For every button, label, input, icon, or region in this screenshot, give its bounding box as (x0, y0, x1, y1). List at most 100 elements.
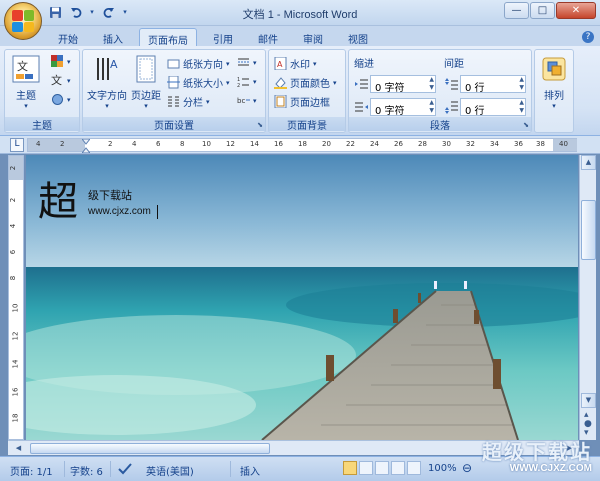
vertical-scrollbar[interactable]: ▲ ▼ ▴ ● ▾ (579, 155, 596, 440)
page-setup-dialog-launcher-icon[interactable]: ⬊ (257, 121, 263, 129)
theme-effects-button[interactable]: ▾ (51, 93, 71, 106)
proofing-icon[interactable] (118, 463, 132, 478)
office-logo-icon (12, 10, 34, 32)
margins-button[interactable]: 页边距 ▾ (131, 54, 161, 110)
tab-mailings[interactable]: 邮件 (250, 28, 286, 46)
watermark-icon: A (274, 56, 287, 71)
page-background-group: A 水印 ▾ 页面颜色 ▾ 页面边框 页面背景 (268, 49, 346, 133)
indent-right-icon (355, 101, 368, 114)
document-url-text: www.cjxz.com (88, 206, 151, 217)
ribbon: 文 主题 ▾ ▾ 文 ▾ ▾ 主题 A 文字方向 ▾ 页边距 ▾ 纸张方向 ▾ … (0, 46, 600, 136)
orientation-icon (167, 57, 180, 70)
scroll-left-icon[interactable]: ◀ (12, 442, 25, 455)
ruler-label: 28 (418, 140, 427, 148)
ruler-label: 8 (180, 140, 185, 148)
spacing-after-spin-icon[interactable]: ▲ ▼ (519, 99, 524, 115)
zoom-out-icon[interactable]: ⊖ (462, 461, 472, 475)
zoom-level[interactable]: 100% (428, 463, 457, 474)
size-icon (167, 75, 180, 89)
indent-left-value: 0 字符 (375, 83, 405, 94)
text-direction-button[interactable]: A 文字方向 ▾ (87, 54, 127, 110)
spacing-before-spin-icon[interactable]: ▲ ▼ (519, 76, 524, 92)
margins-icon (131, 54, 161, 84)
ruler-label: 18 (298, 140, 307, 148)
indent-right-field[interactable]: 0 字符 ▲ ▼ (370, 98, 436, 117)
ruler-label: 2 (9, 197, 18, 203)
page-count[interactable]: 页面: 1/1 (10, 463, 53, 478)
document-page[interactable]: 超 级下载站 www.cjxz.com (26, 155, 578, 440)
margins-label: 页边距 (131, 91, 161, 102)
window-controls: — □ ✕ (504, 2, 596, 19)
arrange-icon (539, 54, 569, 84)
watermark-button[interactable]: A 水印 ▾ (274, 56, 317, 71)
ruler-label: 20 (322, 140, 331, 148)
indent-marker-icon[interactable] (82, 139, 90, 153)
page-color-button[interactable]: 页面颜色 ▾ (274, 75, 337, 90)
orientation-button[interactable]: 纸张方向 ▾ (167, 56, 230, 71)
theme-colors-button[interactable]: ▾ (51, 55, 71, 68)
web-layout-view-icon[interactable] (375, 461, 389, 475)
tab-review[interactable]: 审阅 (295, 28, 331, 46)
scroll-up-icon[interactable]: ▲ (581, 155, 596, 170)
word-count[interactable]: 字数: 6 (70, 463, 103, 478)
ruler-label: 4 (132, 140, 137, 148)
maximize-button[interactable]: □ (530, 2, 555, 19)
indent-left-field[interactable]: 0 字符 ▲ ▼ (370, 75, 436, 94)
spacing-before-field[interactable]: 0 行 ▲ ▼ (460, 75, 526, 94)
ruler-label: 2 (108, 140, 113, 148)
tab-selector-button[interactable]: L (10, 138, 24, 152)
ruler-label: 40 (559, 140, 568, 148)
svg-text:A: A (110, 58, 118, 71)
page-borders-button[interactable]: 页面边框 (274, 94, 330, 109)
margins-dropdown-icon: ▾ (144, 102, 148, 110)
full-screen-reading-view-icon[interactable] (359, 461, 373, 475)
help-icon[interactable]: ? (582, 31, 594, 43)
ruler-label: 14 (250, 140, 259, 148)
close-button[interactable]: ✕ (556, 2, 596, 19)
themes-button[interactable]: 文 主题 ▾ (11, 54, 41, 110)
ruler-label: 10 (11, 303, 20, 313)
horizontal-ruler[interactable]: 4 2 2 4 6 8 10 12 14 16 18 20 22 24 26 2… (27, 138, 577, 153)
indent-right-spin-icon[interactable]: ▲ ▼ (429, 99, 434, 115)
arrange-button[interactable]: 排列 ▾ (539, 54, 569, 110)
indent-left-spin-icon[interactable]: ▲ ▼ (429, 76, 434, 92)
ruler-label: 6 (156, 140, 161, 148)
line-numbers-icon: 12 (237, 75, 250, 89)
tab-references[interactable]: 引用 (205, 28, 241, 46)
indent-label: 缩进 (354, 59, 374, 70)
tab-home[interactable]: 开始 (50, 28, 86, 46)
print-layout-view-icon[interactable] (343, 461, 357, 475)
orientation-label: 纸张方向 (183, 60, 223, 71)
svg-text:2: 2 (237, 83, 240, 88)
vertical-scroll-thumb[interactable] (581, 200, 596, 260)
tab-insert[interactable]: 插入 (95, 28, 131, 46)
scroll-down-icon[interactable]: ▼ (581, 393, 596, 408)
breaks-button[interactable]: ▾ (237, 56, 257, 69)
horizontal-scroll-thumb[interactable] (30, 443, 270, 454)
line-numbers-button[interactable]: 1 2 ▾ (237, 75, 257, 89)
columns-button[interactable]: 分栏 ▾ (167, 94, 210, 109)
columns-label: 分栏 (183, 98, 203, 109)
themes-group: 文 主题 ▾ ▾ 文 ▾ ▾ 主题 (4, 49, 80, 133)
ruler-label: 26 (394, 140, 403, 148)
office-button[interactable] (4, 2, 42, 40)
insert-mode[interactable]: 插入 (240, 463, 260, 478)
vertical-ruler[interactable]: 2 2 4 6 8 10 12 14 16 18 (8, 155, 24, 440)
ruler-label: 34 (490, 140, 499, 148)
draft-view-icon[interactable] (407, 461, 421, 475)
arrange-group: 排列 ▾ (534, 49, 574, 133)
hyphenation-button[interactable]: bc ▾ (237, 94, 257, 107)
tab-view[interactable]: 视图 (340, 28, 376, 46)
size-button[interactable]: 纸张大小 ▾ (167, 75, 230, 90)
theme-fonts-button[interactable]: 文 ▾ (51, 74, 71, 87)
ruler-label: 8 (9, 275, 18, 281)
spacing-after-field[interactable]: 0 行 ▲ ▼ (460, 98, 526, 117)
outline-view-icon[interactable] (391, 461, 405, 475)
size-label: 纸张大小 (183, 79, 223, 90)
spacing-before-value: 0 行 (465, 83, 485, 94)
paragraph-dialog-launcher-icon[interactable]: ⬊ (523, 121, 529, 129)
language-indicator[interactable]: 英语(美国) (146, 463, 194, 478)
minimize-button[interactable]: — (504, 2, 529, 19)
paragraph-group: 缩进 间距 0 字符 ▲ ▼ 0 字符 ▲ ▼ 0 行 ▲ ▼ 0 行 ▲ ▼ 段落 ⬊ (348, 49, 532, 133)
tab-page-layout[interactable]: 页面布局 (139, 28, 197, 47)
